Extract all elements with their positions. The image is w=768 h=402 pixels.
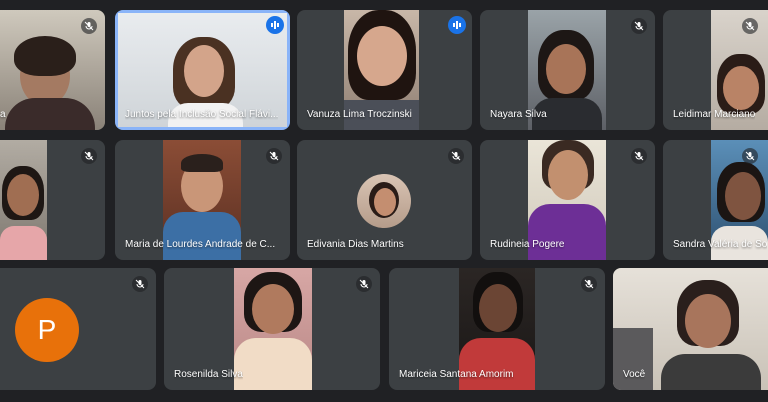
participant-name: Juntos pela Inclusão Social Flávi... [125, 109, 279, 120]
participant-tile[interactable]: Rudineia Pogere [480, 140, 655, 260]
mic-off-icon [631, 18, 647, 34]
participant-name: Você [623, 369, 646, 380]
participant-tile[interactable]: Mariceia Santana Amorim [389, 268, 605, 390]
mic-off-icon [581, 276, 597, 292]
mic-off-icon [742, 148, 758, 164]
mic-off-icon [266, 148, 282, 164]
mic-off-icon [81, 18, 97, 34]
mic-off-icon [81, 148, 97, 164]
audio-level-icon [448, 16, 466, 34]
mic-off-icon [356, 276, 372, 292]
participant-name: Maria de Lourdes Andrade de C... [125, 239, 276, 250]
participant-tile[interactable]: Vanuza Lima Troczinski [297, 10, 472, 130]
participant-name: Rudineia Pogere [490, 239, 565, 250]
participant-tile[interactable]: Sandra Valéria de So [663, 140, 768, 260]
participant-tile[interactable] [0, 140, 105, 260]
mic-off-icon [132, 276, 148, 292]
participant-name: Nayara Silva [490, 109, 547, 120]
participant-tile[interactable]: P [0, 268, 156, 390]
participant-tile[interactable]: Maria de Lourdes Andrade de C... [115, 140, 290, 260]
audio-level-icon [266, 16, 284, 34]
participant-tile[interactable]: Nayara Silva [480, 10, 655, 130]
participant-name: Sandra Valéria de So [673, 239, 768, 250]
participant-tile[interactable]: a [0, 10, 105, 130]
participant-name: a [0, 109, 6, 120]
participant-video [234, 268, 312, 390]
participant-tile[interactable]: Leidimar Marciano [663, 10, 768, 130]
avatar [357, 174, 411, 228]
participant-name: Mariceia Santana Amorim [399, 369, 514, 380]
participant-video [0, 140, 47, 260]
mic-off-icon [448, 148, 464, 164]
avatar: P [15, 298, 79, 362]
participant-name: Rosenilda Silva [174, 369, 243, 380]
participant-name: Edivania Dias Martins [307, 239, 404, 250]
participant-tile[interactable]: Juntos pela Inclusão Social Flávi... [115, 10, 290, 130]
participant-tile[interactable]: Rosenilda Silva [164, 268, 380, 390]
participant-tile[interactable]: Edivania Dias Martins [297, 140, 472, 260]
participant-name: Vanuza Lima Troczinski [307, 109, 412, 120]
participant-name: Leidimar Marciano [673, 109, 756, 120]
mic-off-icon [742, 18, 758, 34]
participant-tile[interactable]: Você [613, 268, 768, 390]
mic-off-icon [631, 148, 647, 164]
